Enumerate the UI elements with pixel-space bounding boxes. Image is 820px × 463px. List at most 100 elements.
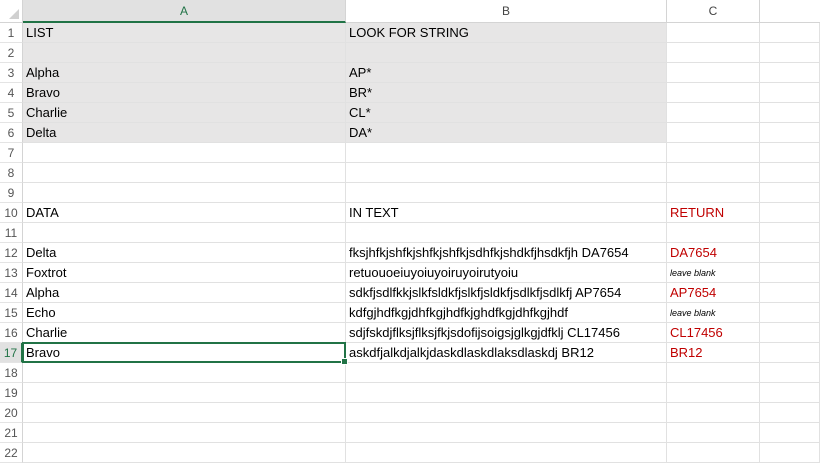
cell-a21[interactable] <box>23 423 346 443</box>
cell-a3[interactable]: Alpha <box>23 63 346 83</box>
cell-c11[interactable] <box>667 223 760 243</box>
row-header[interactable]: 22 <box>0 443 23 463</box>
row-header[interactable]: 12 <box>0 243 23 263</box>
cell-c7[interactable] <box>667 143 760 163</box>
row-header[interactable]: 20 <box>0 403 23 423</box>
row-header[interactable]: 18 <box>0 363 23 383</box>
column-header-b[interactable]: B <box>346 0 667 23</box>
cell-a10[interactable]: DATA <box>23 203 346 223</box>
row-header[interactable]: 9 <box>0 183 23 203</box>
cell-b13[interactable]: retuouoeiuyoiuyoiruyoirutyoiu <box>346 263 667 283</box>
cell-b14[interactable]: sdkfjsdlfkkjslkfsldkfjslkfjsldkfjsdlkfjs… <box>346 283 667 303</box>
row-header[interactable]: 16 <box>0 323 23 343</box>
cell-b19[interactable] <box>346 383 667 403</box>
cell-a20[interactable] <box>23 403 346 423</box>
row-header[interactable]: 4 <box>0 83 23 103</box>
cell-c4[interactable] <box>667 83 760 103</box>
cell-b7[interactable] <box>346 143 667 163</box>
cell-c15[interactable]: leave blank <box>667 303 760 323</box>
cell-d3[interactable] <box>760 63 820 83</box>
cell-c22[interactable] <box>667 443 760 463</box>
row-header[interactable]: 13 <box>0 263 23 283</box>
row-header[interactable]: 15 <box>0 303 23 323</box>
cell-a5[interactable]: Charlie <box>23 103 346 123</box>
cell-a22[interactable] <box>23 443 346 463</box>
cell-c3[interactable] <box>667 63 760 83</box>
cell-b17[interactable]: askdfjalkdjalkjdaskdlaskdlaksdlaskdj BR1… <box>346 343 667 363</box>
cell-b16[interactable]: sdjfskdjflksjflksjfkjsdofijsoigsjglkgjdf… <box>346 323 667 343</box>
cell-c9[interactable] <box>667 183 760 203</box>
cell-c16[interactable]: CL17456 <box>667 323 760 343</box>
cell-a7[interactable] <box>23 143 346 163</box>
cell-a9[interactable] <box>23 183 346 203</box>
cell-c10[interactable]: RETURN <box>667 203 760 223</box>
cell-a19[interactable] <box>23 383 346 403</box>
cell-b4[interactable]: BR* <box>346 83 667 103</box>
row-header[interactable]: 5 <box>0 103 23 123</box>
cell-a14[interactable]: Alpha <box>23 283 346 303</box>
cell-b18[interactable] <box>346 363 667 383</box>
cell-a16[interactable]: Charlie <box>23 323 346 343</box>
cell-a15[interactable]: Echo <box>23 303 346 323</box>
cell-d5[interactable] <box>760 103 820 123</box>
cell-b11[interactable] <box>346 223 667 243</box>
cell-b5[interactable]: CL* <box>346 103 667 123</box>
cell-d12[interactable] <box>760 243 820 263</box>
row-header[interactable]: 11 <box>0 223 23 243</box>
cell-a8[interactable] <box>23 163 346 183</box>
cell-c18[interactable] <box>667 363 760 383</box>
cell-d21[interactable] <box>760 423 820 443</box>
cell-d16[interactable] <box>760 323 820 343</box>
cell-d20[interactable] <box>760 403 820 423</box>
cell-d6[interactable] <box>760 123 820 143</box>
cell-d4[interactable] <box>760 83 820 103</box>
row-header[interactable]: 21 <box>0 423 23 443</box>
cell-d2[interactable] <box>760 43 820 63</box>
cell-c12[interactable]: DA7654 <box>667 243 760 263</box>
row-header[interactable]: 1 <box>0 23 23 43</box>
cell-b2[interactable] <box>346 43 667 63</box>
cell-b3[interactable]: AP* <box>346 63 667 83</box>
cell-b1[interactable]: LOOK FOR STRING <box>346 23 667 43</box>
cell-c1[interactable] <box>667 23 760 43</box>
cell-a11[interactable] <box>23 223 346 243</box>
cell-c14[interactable]: AP7654 <box>667 283 760 303</box>
cell-b6[interactable]: DA* <box>346 123 667 143</box>
cell-d13[interactable] <box>760 263 820 283</box>
cell-d15[interactable] <box>760 303 820 323</box>
row-header[interactable]: 10 <box>0 203 23 223</box>
cell-d9[interactable] <box>760 183 820 203</box>
cell-b8[interactable] <box>346 163 667 183</box>
cell-c8[interactable] <box>667 163 760 183</box>
cell-a1[interactable]: LIST <box>23 23 346 43</box>
cell-d22[interactable] <box>760 443 820 463</box>
cell-c6[interactable] <box>667 123 760 143</box>
cell-a13[interactable]: Foxtrot <box>23 263 346 283</box>
row-header[interactable]: 7 <box>0 143 23 163</box>
column-header-a[interactable]: A <box>23 0 346 23</box>
cell-a12[interactable]: Delta <box>23 243 346 263</box>
cell-c20[interactable] <box>667 403 760 423</box>
cell-d1[interactable] <box>760 23 820 43</box>
row-header[interactable]: 19 <box>0 383 23 403</box>
cell-d10[interactable] <box>760 203 820 223</box>
cell-d7[interactable] <box>760 143 820 163</box>
row-header[interactable]: 6 <box>0 123 23 143</box>
column-header-d[interactable] <box>760 0 820 23</box>
cell-a4[interactable]: Bravo <box>23 83 346 103</box>
cell-d17[interactable] <box>760 343 820 363</box>
cell-c2[interactable] <box>667 43 760 63</box>
cell-a2[interactable] <box>23 43 346 63</box>
cell-a6[interactable]: Delta <box>23 123 346 143</box>
cell-b12[interactable]: fksjhfkjshfkjshfkjshfkjsdhfkjshdkfjhsdkf… <box>346 243 667 263</box>
cell-a18[interactable] <box>23 363 346 383</box>
cell-d11[interactable] <box>760 223 820 243</box>
cell-d19[interactable] <box>760 383 820 403</box>
cell-b9[interactable] <box>346 183 667 203</box>
row-header[interactable]: 14 <box>0 283 23 303</box>
cell-b20[interactable] <box>346 403 667 423</box>
cell-c5[interactable] <box>667 103 760 123</box>
cell-b22[interactable] <box>346 443 667 463</box>
row-header[interactable]: 17 <box>0 343 23 363</box>
cell-c19[interactable] <box>667 383 760 403</box>
